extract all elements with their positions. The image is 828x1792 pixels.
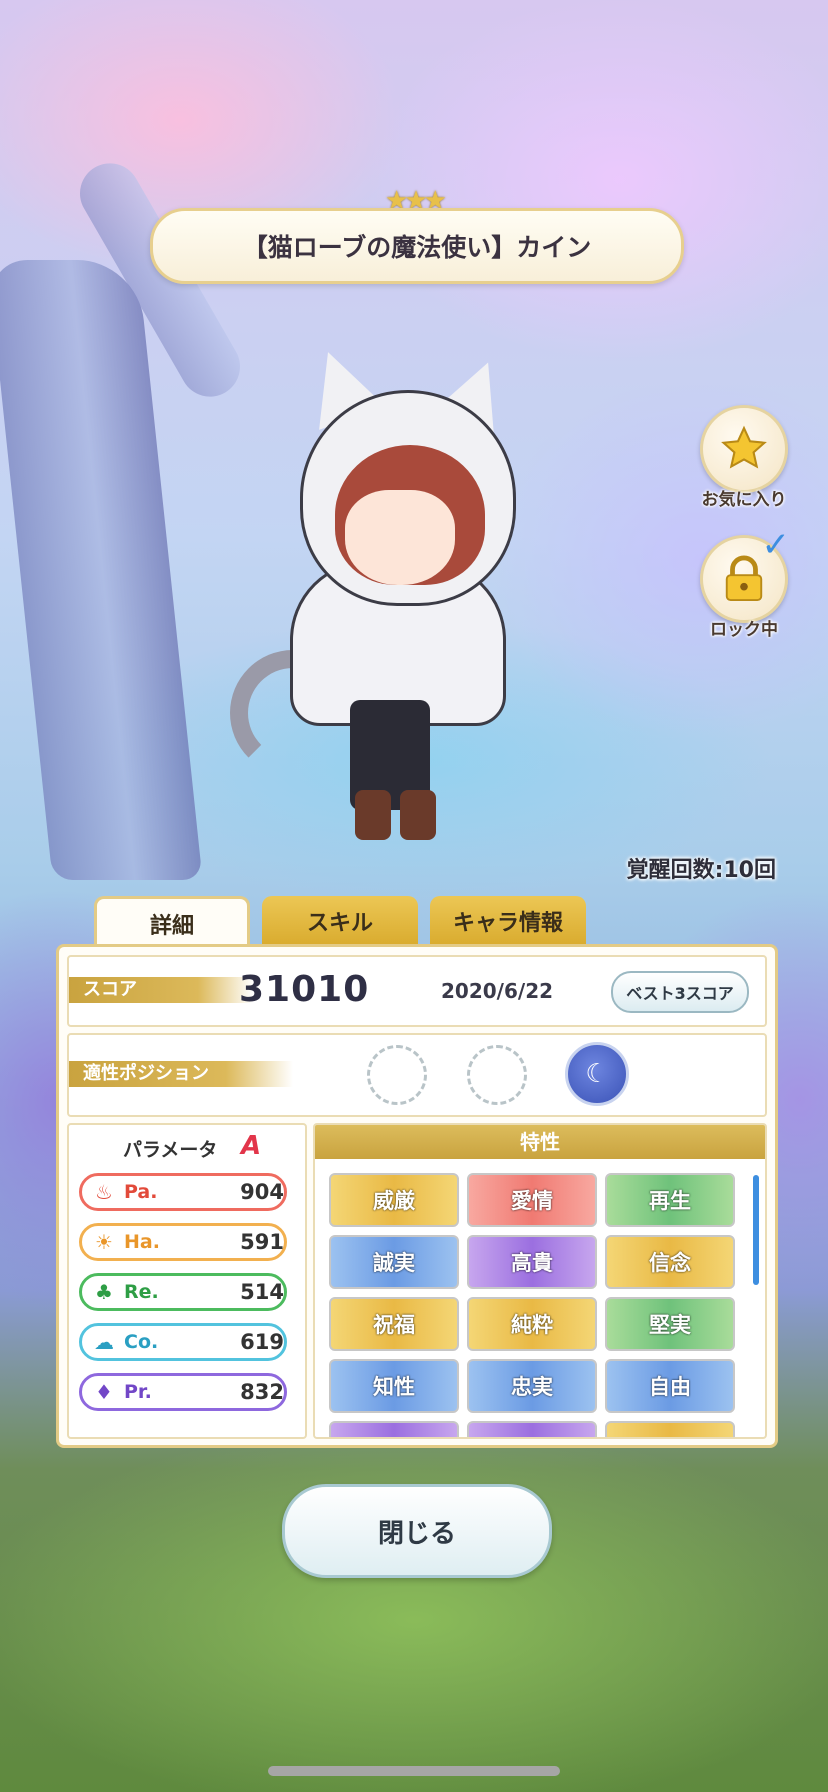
favorite-button[interactable]: お気に入り: [694, 405, 794, 510]
trait-grid[interactable]: 威厳 愛情 再生 誠実 高貴 信念 祝福 純粋 堅実 知性 忠実 自由: [329, 1173, 741, 1437]
character-face: [345, 490, 455, 585]
star-icon: [721, 425, 767, 469]
trait-chip[interactable]: 愛情: [467, 1173, 597, 1227]
trait-title: 特性: [315, 1125, 765, 1159]
swirl-icon: ☁: [94, 1330, 114, 1354]
clover-icon: ♣: [95, 1280, 113, 1304]
moon-icon: ☾: [585, 1059, 609, 1089]
parameter-name: Pa.: [124, 1181, 158, 1203]
parameter-pr: ♦ Pr. 832: [79, 1373, 287, 1411]
tab-skill[interactable]: スキル: [262, 896, 418, 946]
parameter-title: パラメータ: [123, 1139, 218, 1161]
position-slot-active: ☾: [565, 1042, 629, 1106]
parameter-value: 514: [240, 1280, 284, 1304]
parameter-co: ☁ Co. 619: [79, 1323, 287, 1361]
trait-chip[interactable]: 祝福: [329, 1297, 459, 1351]
trait-chip[interactable]: 信念: [605, 1235, 735, 1289]
parameter-ha: ☀ Ha. 591: [79, 1223, 287, 1261]
trait-chip[interactable]: 誠実: [329, 1235, 459, 1289]
parameter-box: パラメータ A ♨ Pa. 904 ☀ Ha. 591 ♣ Re. 514 ☁ …: [67, 1123, 307, 1439]
tab-bar: 詳細 スキル キャラ情報: [94, 896, 586, 949]
parameter-name: Re.: [124, 1281, 159, 1303]
trait-box: 特性 威厳 愛情 再生 誠実 高貴 信念 祝福 純粋 堅実 知性 忠実 自由: [313, 1123, 767, 1439]
trait-scrollbar[interactable]: [753, 1175, 759, 1285]
parameter-value: 619: [240, 1330, 284, 1354]
trait-chip[interactable]: 堅実: [605, 1297, 735, 1351]
trait-chip[interactable]: 知性: [329, 1359, 459, 1413]
parameter-pa: ♨ Pa. 904: [79, 1173, 287, 1211]
position-label: 適性ポジション: [69, 1061, 293, 1087]
trait-chip[interactable]: 自由: [605, 1359, 735, 1413]
character-boot-right: [400, 790, 436, 840]
parameter-name: Ha.: [124, 1231, 160, 1253]
score-label: スコア: [69, 977, 253, 1003]
trait-chip-partial[interactable]: [467, 1421, 597, 1437]
position-row: 適性ポジション ☾: [67, 1033, 767, 1117]
close-button[interactable]: 閉じる: [282, 1484, 552, 1578]
card-title-banner: 【猫ローブの魔法使い】カイン: [150, 208, 684, 284]
checkmark-icon: ✓: [761, 525, 791, 565]
parameter-name: Pr.: [124, 1381, 152, 1403]
flame-icon: ♨: [95, 1180, 113, 1204]
trait-chip-partial[interactable]: [605, 1421, 735, 1437]
parameter-name: Co.: [124, 1331, 159, 1353]
score-value: 31010: [239, 969, 370, 1010]
diamond-icon: ♦: [95, 1380, 113, 1404]
details-panel: スコア 31010 2020/6/22 ベスト3スコア 適性ポジション ☾ パラ…: [56, 944, 778, 1448]
parameter-value: 591: [240, 1230, 284, 1254]
trait-chip[interactable]: 高貴: [467, 1235, 597, 1289]
parameter-value: 832: [240, 1380, 284, 1404]
home-indicator[interactable]: [268, 1766, 560, 1776]
parameter-re: ♣ Re. 514: [79, 1273, 287, 1311]
tab-character-info[interactable]: キャラ情報: [430, 896, 586, 946]
sun-icon: ☀: [95, 1230, 113, 1254]
best-3-score-button[interactable]: ベスト3スコア: [611, 971, 749, 1013]
padlock-icon: [725, 555, 763, 602]
trait-chip-partial[interactable]: [329, 1421, 459, 1437]
card-title: 【猫ローブの魔法使い】カイン: [242, 233, 592, 262]
trait-chip[interactable]: 再生: [605, 1173, 735, 1227]
character-boot-left: [355, 790, 391, 840]
lock-label: ロック中: [710, 620, 778, 640]
trait-chip[interactable]: 忠実: [467, 1359, 597, 1413]
parameter-value: 904: [240, 1180, 284, 1204]
trait-chip[interactable]: 純粋: [467, 1297, 597, 1351]
character-illustration: [230, 340, 570, 850]
score-date: 2020/6/22: [441, 979, 554, 1003]
tab-details[interactable]: 詳細: [94, 896, 250, 949]
parameter-rank: A: [241, 1131, 262, 1161]
trait-chip[interactable]: 威厳: [329, 1173, 459, 1227]
position-slot-empty: [367, 1045, 427, 1105]
favorite-label: お気に入り: [701, 490, 787, 510]
favorite-circle: [700, 405, 788, 493]
awakening-count: 覚醒回数:10回: [626, 858, 776, 883]
score-row: スコア 31010 2020/6/22 ベスト3スコア: [67, 955, 767, 1027]
position-slot-empty: [467, 1045, 527, 1105]
lock-button[interactable]: ✓ ロック中: [694, 525, 794, 640]
